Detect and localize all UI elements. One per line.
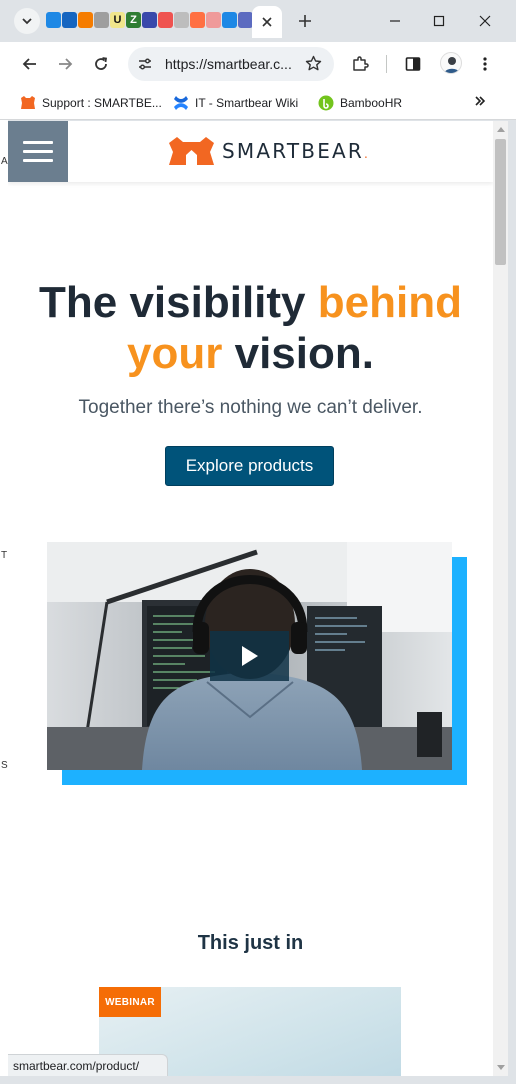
- tab-favicon-icon[interactable]: [222, 12, 237, 28]
- scroll-up-arrow-icon[interactable]: [497, 127, 505, 132]
- window-frame-right: [508, 120, 516, 1076]
- bear-logo-icon: [169, 137, 214, 165]
- tab-favicon-icon[interactable]: [62, 12, 77, 28]
- back-button[interactable]: [17, 51, 43, 77]
- reload-icon: [95, 57, 108, 70]
- hero-title-part: The visibility: [39, 278, 318, 327]
- hero-title-accent: behind: [317, 278, 462, 327]
- active-tab[interactable]: [252, 6, 282, 38]
- bookmarks-bar: Support : SMARTBE... IT - Smartbear Wiki…: [0, 86, 516, 120]
- more-vertical-icon: [483, 57, 487, 71]
- edge-letter: S: [1, 760, 8, 771]
- edge-letter: A: [1, 156, 8, 167]
- pinned-tab-favicons[interactable]: UZ: [46, 12, 253, 30]
- close-icon: [479, 15, 491, 27]
- menu-button[interactable]: [472, 51, 498, 77]
- site-header: SMARTBEAR.: [8, 121, 493, 182]
- tab-favicon-icon[interactable]: Z: [126, 12, 141, 28]
- browser-toolbar: https://smartbear.c...: [0, 42, 516, 86]
- tab-favicon-icon[interactable]: [174, 12, 189, 28]
- puzzle-icon: [353, 56, 369, 71]
- logo-wordmark: SMARTBEAR.: [222, 139, 368, 163]
- bookmark-label: BambooHR: [340, 96, 403, 110]
- hamburger-line: [23, 150, 53, 153]
- minimize-icon: [390, 20, 400, 22]
- video-play-button[interactable]: [210, 631, 289, 681]
- plus-icon: [299, 15, 311, 27]
- hero-title-part: vision.: [222, 329, 374, 378]
- forward-button[interactable]: [52, 51, 78, 77]
- tab-favicon-icon[interactable]: [94, 12, 109, 28]
- toolbar-divider: [386, 55, 387, 73]
- logo-text: SMARTBEAR: [222, 139, 365, 163]
- bookmark-star-icon[interactable]: [305, 55, 322, 72]
- side-panel-icon: [405, 57, 421, 71]
- tab-favicon-icon[interactable]: [142, 12, 157, 28]
- page-viewport[interactable]: SMARTBEAR. The visibility behind your vi…: [8, 121, 508, 1076]
- window-frame-bottom: [0, 1076, 516, 1084]
- smartbear-bear-icon: [21, 96, 35, 109]
- maximize-button[interactable]: [424, 8, 454, 34]
- smartbear-logo[interactable]: SMARTBEAR.: [169, 137, 368, 165]
- edge-letter: T: [1, 550, 8, 561]
- site-settings-icon[interactable]: [137, 56, 153, 72]
- tab-favicon-icon[interactable]: [158, 12, 173, 28]
- scrollbar-thumb[interactable]: [495, 139, 506, 265]
- extensions-button[interactable]: [347, 51, 373, 77]
- play-icon: [241, 646, 258, 666]
- bookmark-support-smartbear[interactable]: Support : SMARTBE...: [20, 94, 162, 112]
- tab-favicon-icon[interactable]: [238, 12, 253, 28]
- new-tab-button[interactable]: [292, 8, 318, 34]
- tab-favicon-icon[interactable]: [46, 12, 61, 28]
- arrow-left-icon: [22, 58, 36, 70]
- webinar-badge: WEBINAR: [99, 987, 161, 1017]
- tab-strip: UZ: [0, 0, 516, 42]
- close-tab-icon[interactable]: [262, 17, 272, 27]
- bookmark-it-wiki[interactable]: IT - Smartbear Wiki: [173, 94, 298, 112]
- address-bar[interactable]: https://smartbear.c...: [128, 47, 334, 81]
- tab-favicon-icon[interactable]: U: [110, 12, 125, 28]
- minimize-button[interactable]: [380, 8, 410, 34]
- chevron-down-icon: [22, 18, 32, 25]
- more-bookmarks-button[interactable]: [474, 94, 486, 110]
- hero-title: The visibility behind your vision.: [8, 277, 493, 379]
- bookmark-bamboohr[interactable]: BambooHR: [318, 94, 402, 112]
- bamboohr-icon: [318, 95, 334, 111]
- tab-search-button[interactable]: [14, 8, 40, 34]
- scroll-down-arrow-icon[interactable]: [497, 1065, 505, 1070]
- reload-button[interactable]: [88, 51, 114, 77]
- link-status-bubble: smartbear.com/product/: [8, 1054, 169, 1076]
- avatar-icon: [444, 57, 460, 73]
- explore-products-button[interactable]: Explore products: [165, 446, 334, 486]
- hero-title-accent: your: [127, 329, 223, 378]
- bookmark-label: Support : SMARTBE...: [42, 96, 162, 110]
- page-scrollbar[interactable]: [493, 121, 508, 1076]
- hamburger-line: [23, 159, 53, 162]
- logo-mark: .: [364, 147, 368, 161]
- arrow-right-icon: [59, 58, 73, 70]
- hamburger-line: [23, 141, 53, 144]
- bookmark-label: IT - Smartbear Wiki: [195, 96, 299, 110]
- tab-favicon-icon[interactable]: [78, 12, 93, 28]
- hero-subtitle: Together there’s nothing we can’t delive…: [78, 397, 423, 418]
- confluence-icon: [174, 96, 188, 110]
- double-chevron-right-icon: [475, 96, 486, 106]
- side-panel-button[interactable]: [400, 51, 426, 77]
- this-just-in-title: This just in: [197, 932, 304, 954]
- profile-avatar[interactable]: [440, 52, 462, 74]
- tab-favicon-icon[interactable]: [206, 12, 221, 28]
- url-text: https://smartbear.c...: [165, 56, 292, 72]
- tab-favicon-icon[interactable]: [190, 12, 205, 28]
- hero-video[interactable]: [47, 542, 452, 770]
- hamburger-menu-button[interactable]: [8, 121, 68, 182]
- background-window-edge: A T S: [0, 120, 8, 1084]
- maximize-icon: [433, 15, 445, 27]
- close-window-button[interactable]: [470, 8, 500, 34]
